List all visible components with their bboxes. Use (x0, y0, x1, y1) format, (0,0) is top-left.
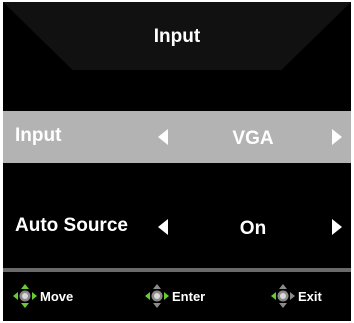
menu-item-label: Input (15, 125, 62, 146)
menu-item-label: Auto Source (15, 215, 128, 236)
arrow-left-icon[interactable] (155, 127, 173, 147)
menu-item-value: On (239, 218, 267, 239)
dpad-move-icon (13, 284, 37, 308)
menu-item-input[interactable]: Input VGA (3, 111, 351, 163)
arrow-right-icon[interactable] (327, 127, 345, 147)
footer-hints: Move Enter Exit (3, 272, 351, 321)
hint-exit-label: Exit (298, 288, 322, 304)
hint-exit: Exit (271, 284, 322, 308)
hint-enter-label: Enter (172, 288, 206, 304)
menu-title: Input (153, 26, 201, 47)
hint-enter: Enter (145, 284, 205, 308)
arrow-left-icon[interactable] (155, 217, 173, 237)
hint-move-label: Move (40, 288, 74, 304)
menu-item-auto-source[interactable]: Auto Source On (3, 201, 351, 253)
osd-menu: Input Input VGA Auto Source On Move Ente… (3, 2, 351, 321)
hint-move: Move (13, 284, 73, 308)
menu-item-value: VGA (232, 128, 274, 149)
arrow-right-icon[interactable] (327, 217, 345, 237)
dpad-exit-icon (271, 284, 295, 308)
dpad-enter-icon (145, 284, 169, 308)
